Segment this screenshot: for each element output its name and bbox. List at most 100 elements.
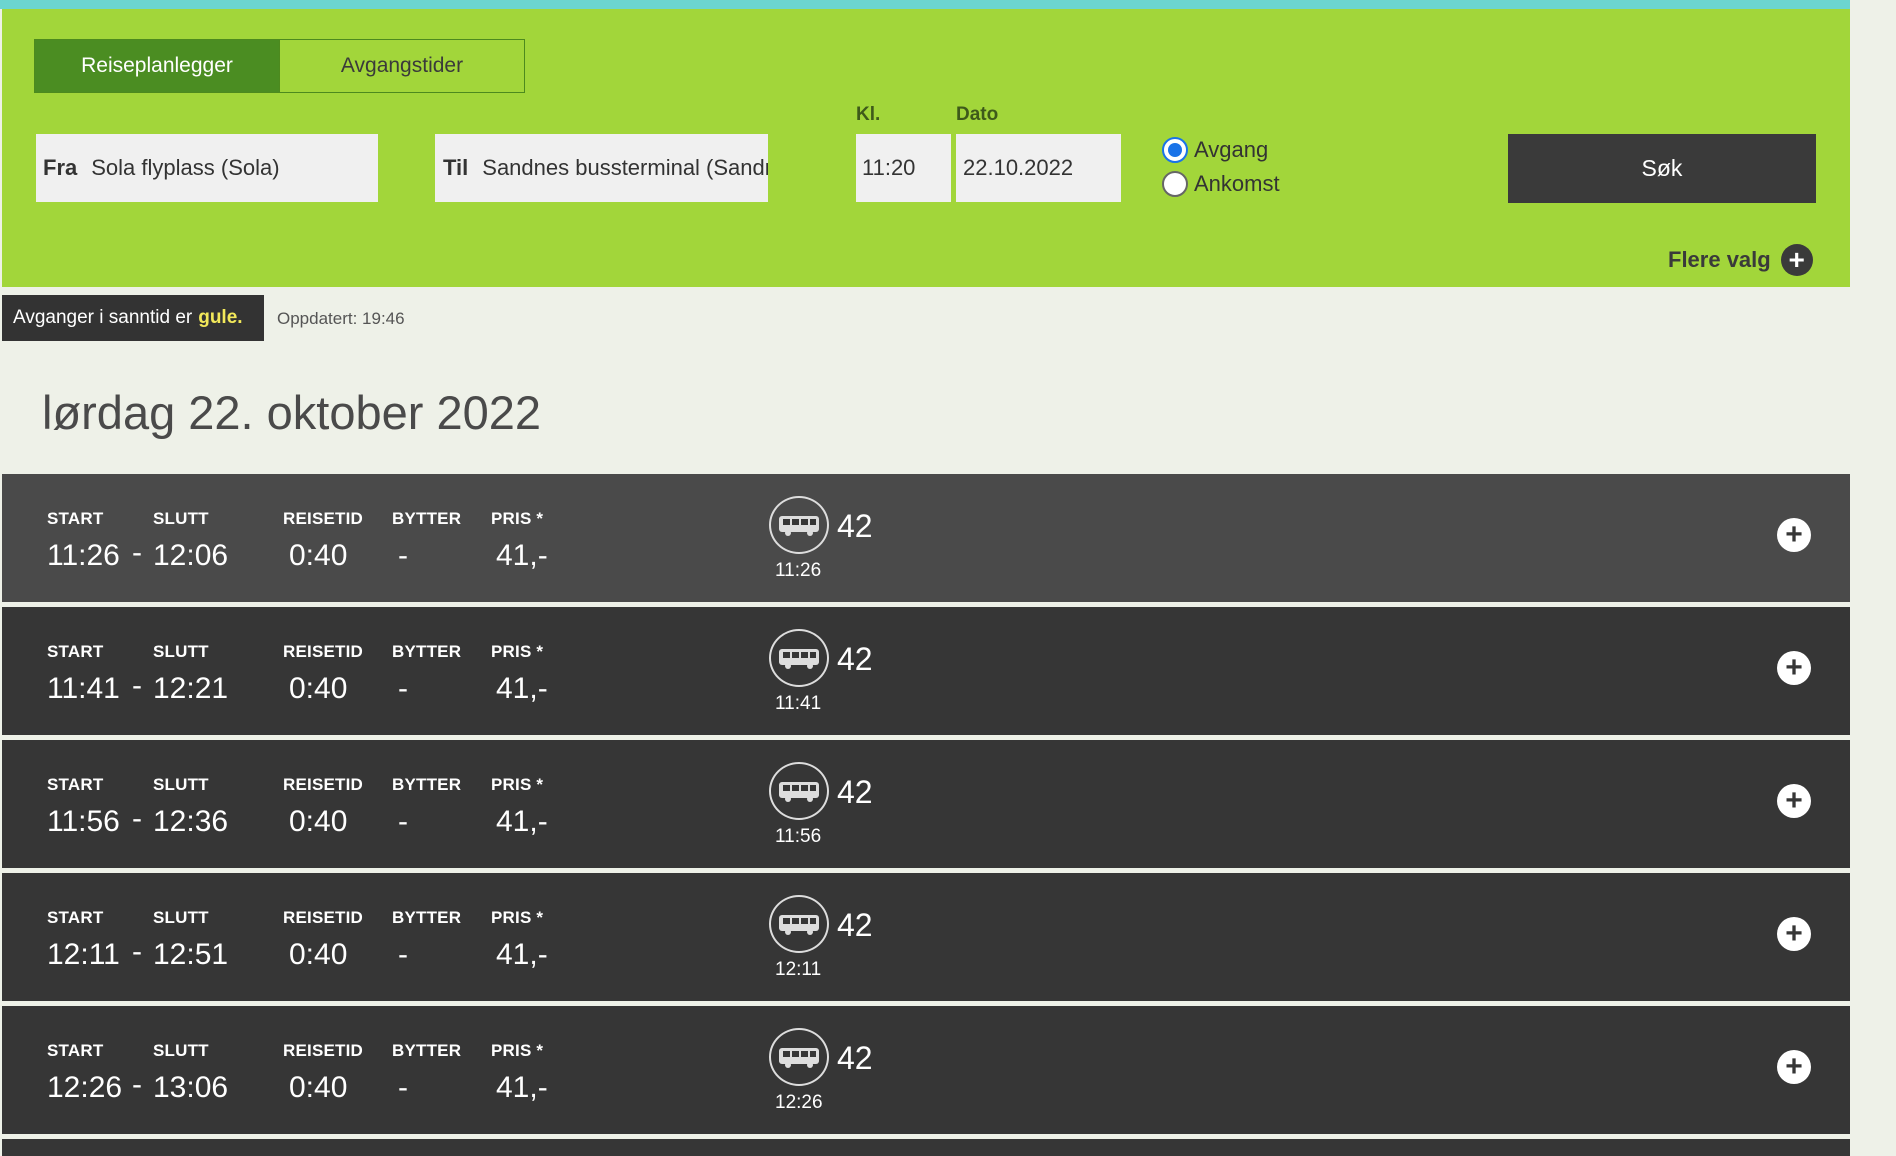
end-time: 12:21 bbox=[153, 672, 229, 705]
changes: - bbox=[398, 672, 408, 705]
duration: 0:40 bbox=[289, 805, 348, 838]
end-header: SLUTT bbox=[153, 509, 209, 528]
changes-header: BYTTER bbox=[392, 642, 462, 661]
end-time: 12:36 bbox=[153, 805, 229, 838]
changes-header: BYTTER bbox=[392, 509, 462, 528]
time-label: Kl. bbox=[856, 104, 881, 125]
tab-avgangstider[interactable]: Avgangstider bbox=[280, 39, 525, 93]
changes: - bbox=[398, 1071, 408, 1104]
departure-time: 11:26 bbox=[775, 560, 822, 581]
departure-time: 11:56 bbox=[775, 826, 822, 847]
expand-plus-icon[interactable]: + bbox=[1777, 518, 1811, 552]
realtime-info-badge: Avganger i sanntid er gule. bbox=[2, 295, 264, 341]
bus-icon bbox=[769, 762, 829, 820]
departure-time: 11:41 bbox=[775, 693, 822, 714]
end-time: 13:06 bbox=[153, 1071, 229, 1104]
expand-plus-icon[interactable]: + bbox=[1777, 1050, 1811, 1084]
end-time: 12:51 bbox=[153, 938, 229, 971]
expand-plus-icon[interactable]: + bbox=[1777, 651, 1811, 685]
line-number: 42 bbox=[837, 641, 873, 677]
trip-row[interactable]: START 11:56 - SLUTT 12:36 REISETID 0:40 BYT… bbox=[2, 740, 1850, 868]
trip-row[interactable]: START 12:26 - SLUTT 13:06 REISETID 0:40 BYT… bbox=[2, 1006, 1850, 1134]
duration: 0:40 bbox=[289, 539, 348, 572]
end-header: SLUTT bbox=[153, 775, 209, 794]
price-header: PRIS * bbox=[491, 908, 544, 927]
price: 41,- bbox=[496, 805, 548, 838]
bus-icon bbox=[769, 895, 829, 953]
bus-icon bbox=[769, 496, 829, 554]
radio-arrival-option[interactable]: Ankomst bbox=[1162, 171, 1280, 197]
start-header: START bbox=[47, 509, 104, 528]
more-options-link[interactable]: Flere valg + bbox=[1668, 244, 1813, 276]
tab-reiseplanlegger[interactable]: Reiseplanlegger bbox=[34, 39, 280, 93]
date-label: Dato bbox=[956, 104, 999, 125]
trip-row[interactable]: START 12:11 - SLUTT 12:51 REISETID 0:40 BYT… bbox=[2, 873, 1850, 1001]
start-time: 11:56 bbox=[47, 805, 120, 838]
line-number: 42 bbox=[837, 1040, 873, 1076]
start-time: 12:26 bbox=[47, 1071, 123, 1104]
line-number: 42 bbox=[837, 508, 873, 544]
start-header: START bbox=[47, 775, 104, 794]
start-time: 11:26 bbox=[47, 539, 120, 572]
changes: - bbox=[398, 805, 408, 838]
duration-header: REISETID bbox=[283, 642, 364, 661]
start-header: START bbox=[47, 1041, 104, 1060]
trip-list: START 11:26 - SLUTT 12:06 REISETID 0:40 BYT… bbox=[2, 474, 1850, 1156]
date-input[interactable]: 22.10.2022 bbox=[956, 134, 1121, 202]
more-options-label: Flere valg bbox=[1668, 247, 1771, 272]
expand-plus-icon[interactable]: + bbox=[1777, 784, 1811, 818]
changes: - bbox=[398, 938, 408, 971]
price-header: PRIS * bbox=[491, 642, 544, 661]
duration-header: REISETID bbox=[283, 1041, 364, 1060]
start-time: 11:41 bbox=[47, 672, 120, 705]
updated-timestamp: Oppdatert: 19:46 bbox=[277, 309, 405, 328]
plus-circle-icon: + bbox=[1780, 244, 1813, 276]
from-label: Fra bbox=[43, 155, 78, 180]
radio-arrival-label: Ankomst bbox=[1194, 171, 1280, 196]
bus-icon bbox=[769, 1028, 829, 1086]
departure-time: 12:11 bbox=[775, 959, 822, 980]
price: 41,- bbox=[496, 938, 548, 971]
price: 41,- bbox=[496, 672, 548, 705]
price: 41,- bbox=[496, 1071, 548, 1104]
time-separator: - bbox=[132, 935, 142, 968]
price-header: PRIS * bbox=[491, 509, 544, 528]
time-separator: - bbox=[132, 1068, 142, 1101]
duration-header: REISETID bbox=[283, 775, 364, 794]
radio-arrival[interactable] bbox=[1162, 171, 1188, 197]
radio-departure-option[interactable]: Avgang bbox=[1162, 137, 1268, 163]
planner-tabs: Reiseplanlegger Avgangstider bbox=[34, 39, 525, 93]
to-value[interactable]: Sandnes bussterminal (Sandnes) bbox=[482, 155, 768, 181]
end-header: SLUTT bbox=[153, 908, 209, 927]
duration: 0:40 bbox=[289, 938, 348, 971]
start-header: START bbox=[47, 908, 104, 927]
day-title: lørdag 22. oktober 2022 bbox=[42, 386, 542, 439]
departure-time: 12:26 bbox=[775, 1092, 823, 1113]
trip-row[interactable]: START 11:26 - SLUTT 12:06 REISETID 0:40 BYT… bbox=[2, 474, 1850, 602]
changes-header: BYTTER bbox=[392, 775, 462, 794]
line-number: 42 bbox=[837, 907, 873, 943]
to-field[interactable]: Til Sandnes bussterminal (Sandnes) bbox=[435, 134, 768, 202]
price: 41,- bbox=[496, 539, 548, 572]
duration: 0:40 bbox=[289, 1071, 348, 1104]
bus-icon bbox=[769, 629, 829, 687]
start-header: START bbox=[47, 642, 104, 661]
end-time: 12:06 bbox=[153, 539, 229, 572]
time-separator: - bbox=[132, 802, 142, 835]
time-input[interactable]: 11:20 bbox=[856, 134, 951, 202]
expand-plus-icon[interactable]: + bbox=[1777, 917, 1811, 951]
from-value[interactable]: Sola flyplass (Sola) bbox=[91, 155, 279, 181]
end-header: SLUTT bbox=[153, 1041, 209, 1060]
radio-departure[interactable] bbox=[1162, 137, 1188, 163]
search-button[interactable]: Søk bbox=[1508, 134, 1816, 203]
trip-row[interactable]: START 11:41 - SLUTT 12:21 REISETID 0:40 BYT… bbox=[2, 607, 1850, 735]
top-accent-bar bbox=[0, 0, 1850, 9]
from-field[interactable]: Fra Sola flyplass (Sola) bbox=[36, 134, 378, 202]
changes-header: BYTTER bbox=[392, 1041, 462, 1060]
changes-header: BYTTER bbox=[392, 908, 462, 927]
line-number: 42 bbox=[837, 774, 873, 810]
price-header: PRIS * bbox=[491, 775, 544, 794]
realtime-info-text: Avganger i sanntid er bbox=[13, 307, 193, 328]
radio-departure-label: Avgang bbox=[1194, 137, 1269, 162]
price-header: PRIS * bbox=[491, 1041, 544, 1060]
